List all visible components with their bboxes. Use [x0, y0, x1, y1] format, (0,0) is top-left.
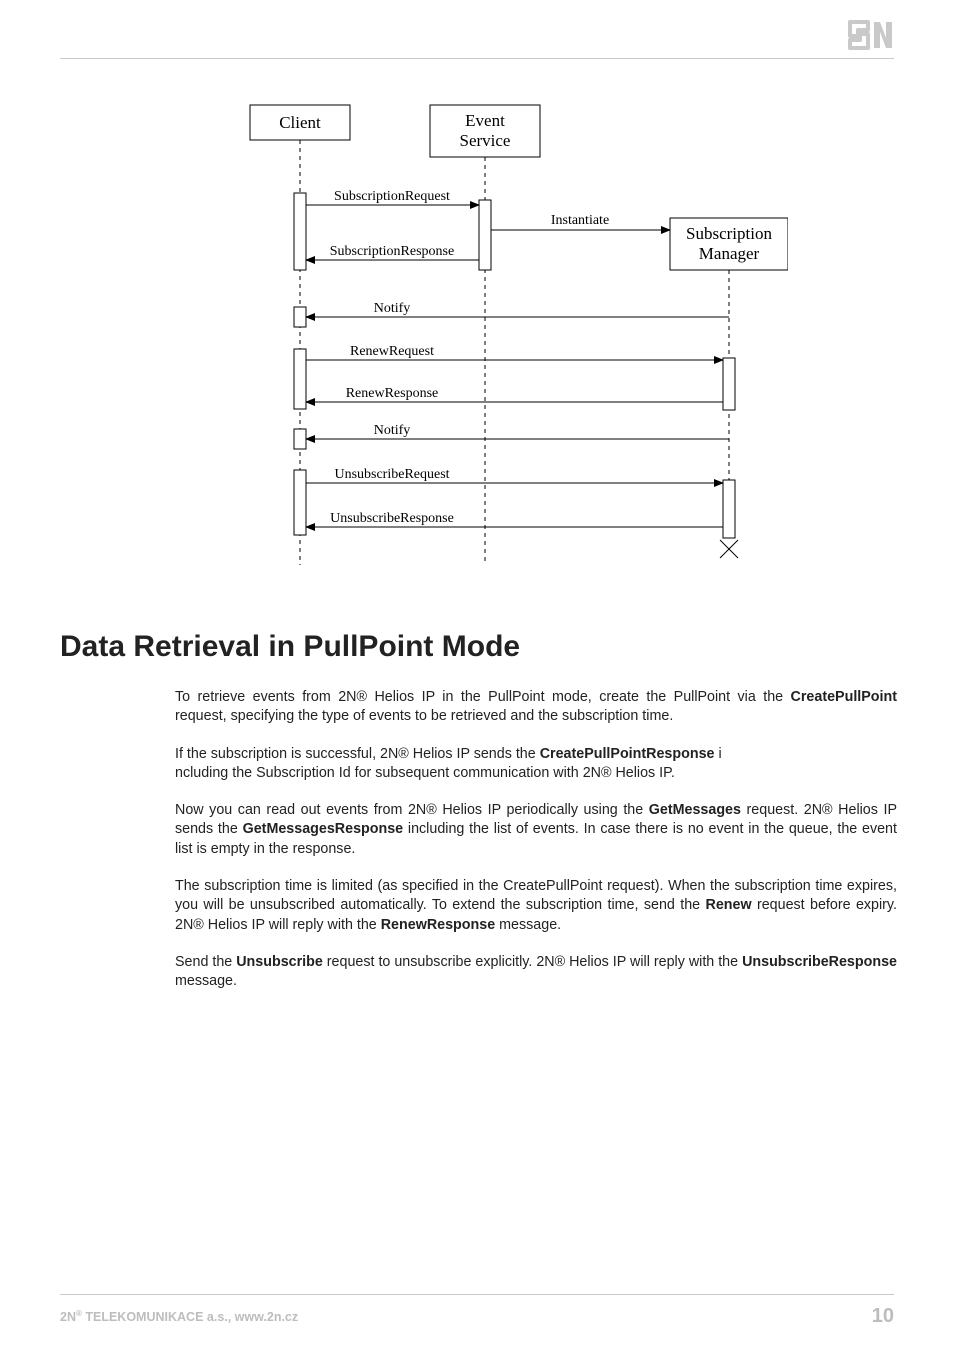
- diagram-subscription-manager-label-1: Subscription: [686, 224, 772, 243]
- paragraph-2: If the subscription is successful, 2N® H…: [175, 745, 897, 784]
- p3-bold-getmessages: GetMessages: [649, 802, 741, 818]
- paragraph-5: Send the Unsubscribe request to unsubscr…: [175, 953, 897, 992]
- diagram-event-service-label-1: Event: [465, 111, 505, 130]
- paragraph-4: The subscription time is limited (as spe…: [175, 877, 897, 935]
- p2-bold-createpullpointresponse: CreatePullPointResponse: [540, 746, 715, 762]
- p4-bold-renew: Renew: [706, 897, 752, 913]
- p4-bold-renewresponse: RenewResponse: [381, 917, 495, 933]
- diagram-msg-notify-1: Notify: [374, 301, 411, 316]
- p5-bold-unsubscriberesponse: UnsubscribeResponse: [742, 954, 897, 970]
- diagram-client-label: Client: [279, 113, 321, 132]
- sequence-diagram: Client Event Service Subscription Manage…: [230, 100, 788, 575]
- p3-text-a: Now you can read out events from 2N® Hel…: [175, 802, 649, 818]
- diagram-msg-renew-request: RenewRequest: [350, 344, 434, 359]
- diagram-msg-unsubscribe-request: UnsubscribeRequest: [334, 467, 449, 482]
- diagram-msg-unsubscribe-response: UnsubscribeResponse: [330, 511, 454, 526]
- footer-company: 2N® TELEKOMUNIKACE a.s., www.2n.cz: [60, 1309, 298, 1324]
- body-text: To retrieve events from 2N® Helios IP in…: [175, 688, 897, 1010]
- p5-text-a: Send the: [175, 954, 236, 970]
- p3-bold-getmessagesresponse: GetMessagesResponse: [243, 821, 404, 837]
- p1-bold-createpullpoint: CreatePullPoint: [791, 689, 897, 705]
- paragraph-3: Now you can read out events from 2N® Hel…: [175, 801, 897, 859]
- section-heading: Data Retrieval in PullPoint Mode: [60, 630, 520, 664]
- diagram-msg-renew-response: RenewResponse: [346, 386, 439, 401]
- header-divider: [60, 58, 894, 59]
- p5-text-e: message.: [175, 973, 237, 989]
- p5-bold-unsubscribe: Unsubscribe: [236, 954, 323, 970]
- diagram-msg-subscription-request: SubscriptionRequest: [334, 189, 450, 204]
- p2-text-c: i: [714, 746, 721, 762]
- diagram-msg-instantiate: Instantiate: [551, 213, 609, 228]
- p4-text-e: message.: [495, 917, 561, 933]
- diagram-msg-subscription-response: SubscriptionResponse: [330, 244, 454, 259]
- p1-text-a: To retrieve events from 2N® Helios IP in…: [175, 689, 791, 705]
- p2-text-a: If the subscription is successful, 2N® H…: [175, 746, 540, 762]
- diagram-subscription-manager-label-2: Manager: [699, 244, 760, 263]
- page-number: 10: [872, 1305, 894, 1328]
- p5-text-c: request to unsubscribe explicitly. 2N® H…: [323, 954, 742, 970]
- diagram-event-service-label-2: Service: [460, 131, 511, 150]
- p1-text-c: request, specifying the type of events t…: [175, 708, 673, 724]
- footer-company-rest: TELEKOMUNIKACE a.s., www.2n.cz: [82, 1310, 298, 1324]
- logo-2n: [848, 20, 894, 50]
- paragraph-1: To retrieve events from 2N® Helios IP in…: [175, 688, 897, 727]
- page: Client Event Service Subscription Manage…: [0, 0, 954, 1350]
- diagram-msg-notify-2: Notify: [374, 423, 411, 438]
- footer-company-prefix: 2N: [60, 1310, 76, 1324]
- p2-text-d: ncluding the Subscription Id for subsequ…: [175, 765, 675, 781]
- footer-divider: [60, 1294, 894, 1295]
